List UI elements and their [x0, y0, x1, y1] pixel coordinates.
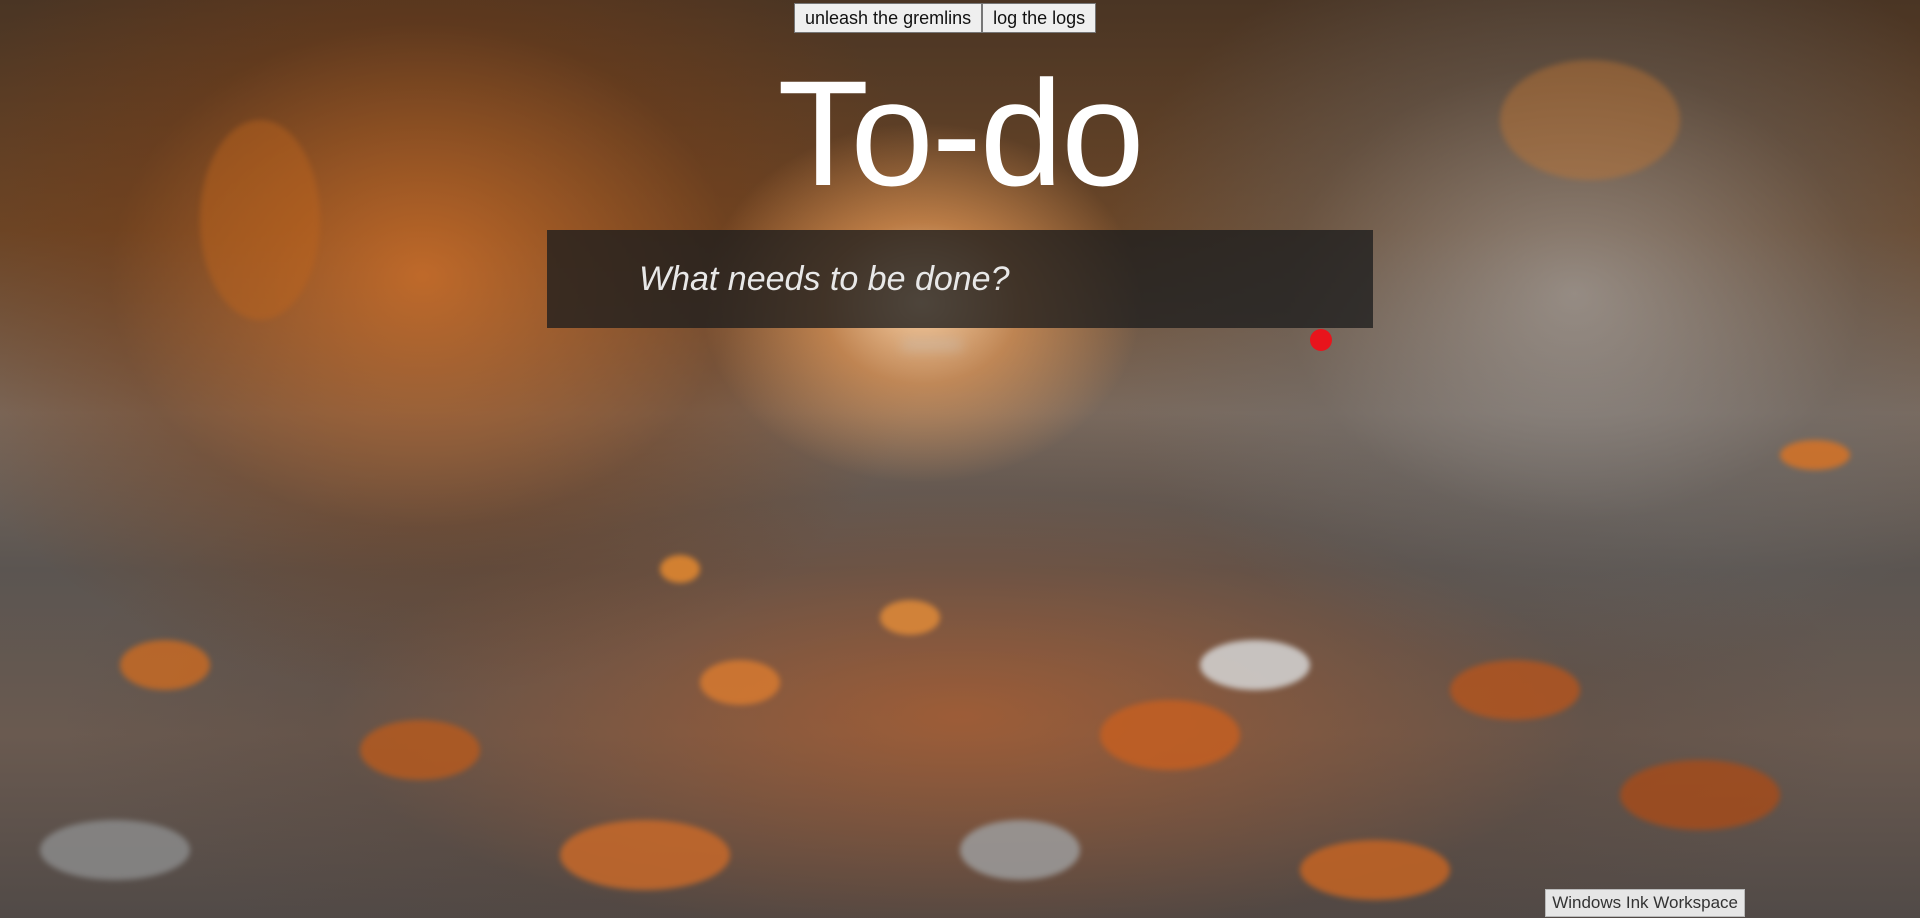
unleash-gremlins-button[interactable]: unleash the gremlins	[794, 3, 983, 33]
background-leaf	[1620, 760, 1780, 830]
background-path-highlight	[902, 339, 963, 350]
new-todo-input[interactable]	[547, 230, 1373, 328]
background-leaf	[40, 820, 190, 880]
background-leaf	[660, 555, 700, 583]
background-leaf	[1200, 640, 1310, 690]
background-leaf	[560, 820, 730, 890]
windows-ink-workspace-button[interactable]: Windows Ink Workspace	[1545, 889, 1745, 917]
debug-toolbar: unleash the gremlins log the logs	[794, 3, 1097, 33]
app-title: To-do	[777, 49, 1144, 217]
background-leaf	[1300, 840, 1450, 900]
background-leaf	[700, 660, 780, 705]
background-leaf	[1100, 700, 1240, 770]
background-leaf	[960, 820, 1080, 880]
background-leaf	[1450, 660, 1580, 720]
background-leaf	[880, 600, 940, 635]
background-leaf	[360, 720, 480, 780]
log-logs-button[interactable]: log the logs	[982, 3, 1097, 33]
background-leaf	[120, 640, 210, 690]
background-leaf	[1780, 440, 1850, 470]
cursor-indicator	[1310, 329, 1332, 351]
